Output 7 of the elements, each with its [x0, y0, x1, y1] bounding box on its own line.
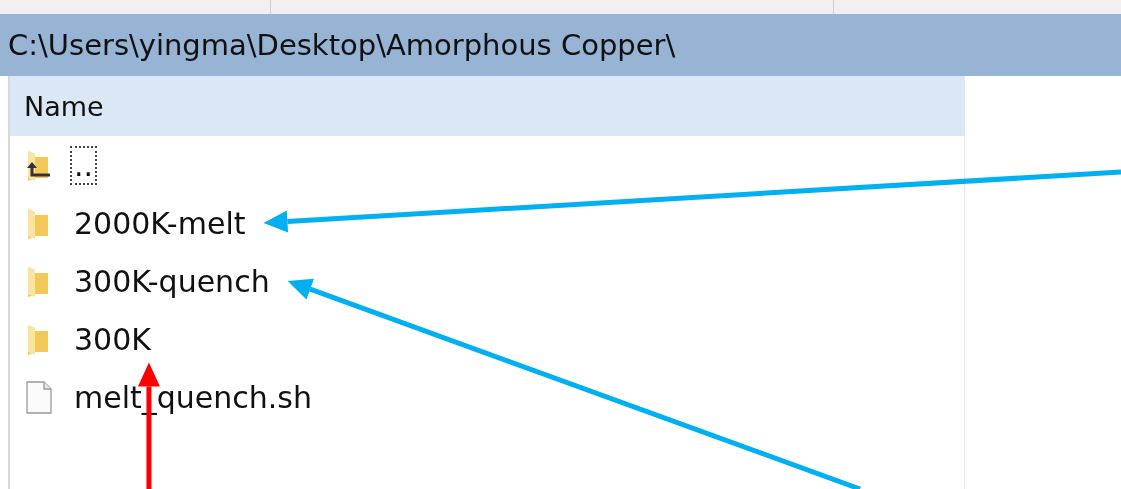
column-header[interactable]: Name	[10, 90, 104, 122]
folder-name[interactable]: 2000K-melt	[70, 203, 250, 243]
folder-name[interactable]: 300K-quench	[70, 261, 274, 301]
file-icon	[24, 380, 54, 414]
folder-name[interactable]: 300K	[70, 319, 155, 359]
folder-name[interactable]: ..	[70, 145, 98, 185]
path-text: C:\Users\yingma\Desktop\Amorphous Copper\	[8, 28, 676, 62]
